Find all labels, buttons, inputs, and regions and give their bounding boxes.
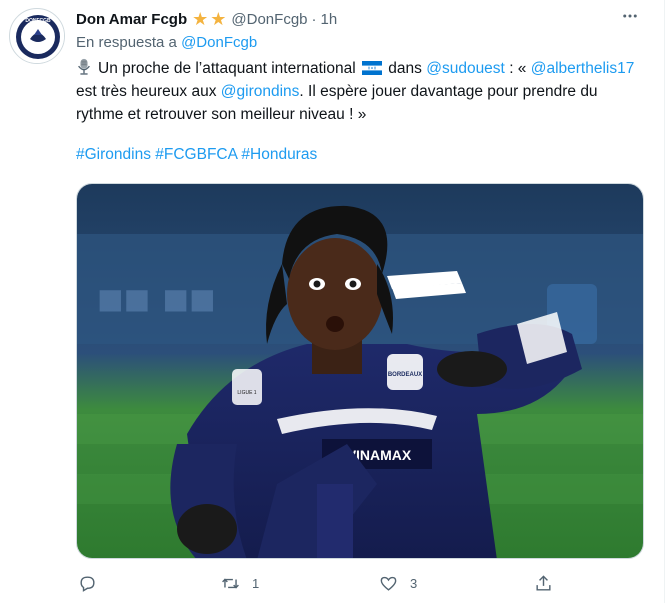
star-icon: ★ — [210, 9, 227, 29]
club-badge-text: BORDEAUX — [388, 372, 422, 378]
like-count: 3 — [410, 576, 418, 591]
svg-text:■■ ■■: ■■ ■■ — [97, 275, 216, 324]
text-part-2: dans — [388, 60, 422, 77]
retweet-icon — [222, 578, 239, 589]
tweet-header: Don Amar Fcgb ★ ★ @DonFcgb · 1h — [76, 8, 650, 30]
user-handle[interactable]: @DonFcgb — [231, 11, 307, 28]
avatar-text: DONFCGB — [25, 18, 51, 24]
reply-icon — [80, 576, 95, 592]
text-part-4: est très heureux aux — [76, 83, 217, 100]
hashtags[interactable]: #Girondins #FCGBFCA #Honduras — [76, 146, 317, 164]
tweet-media-image[interactable]: ■■ ■■ WINAMAX BORDEAUX LIGUE 1 — [76, 183, 644, 559]
separator: · — [311, 10, 317, 28]
share-button[interactable] — [534, 574, 565, 593]
retweet-count: 1 — [252, 576, 260, 591]
tweet[interactable]: DONFCGB Don Amar Fcgb ★ ★ @DonFcgb · 1h … — [0, 0, 665, 603]
text-part-1: Un proche de l’attaquant international — [98, 60, 356, 77]
reply-button[interactable] — [78, 574, 109, 593]
display-name[interactable]: Don Amar Fcgb — [76, 11, 187, 28]
microphone-icon — [78, 58, 90, 75]
retweet-button[interactable]: 1 — [221, 574, 259, 593]
honduras-flag-icon — [361, 61, 382, 75]
mention-albert[interactable]: @alberthelis17 — [531, 60, 635, 77]
reply-prefix: En respuesta a — [76, 34, 177, 51]
share-icon — [536, 575, 551, 591]
like-icon — [380, 576, 397, 591]
star-emojis: ★ ★ — [192, 10, 226, 28]
tweet-actions: 1 3 — [76, 574, 576, 598]
timestamp[interactable]: 1h — [321, 11, 338, 28]
reply-handle-link[interactable]: @DonFcgb — [181, 34, 257, 51]
mention-girondins[interactable]: @girondins — [221, 83, 300, 100]
like-button[interactable]: 3 — [379, 574, 417, 593]
tweet-text: Un proche de l’attaquant international d… — [76, 57, 636, 126]
text-part-3: : « — [509, 60, 527, 77]
reply-context: En respuesta a @DonFcgb — [76, 34, 257, 51]
avatar-logo: DONFCGB — [11, 10, 64, 63]
star-icon: ★ — [192, 9, 209, 29]
player-photo: ■■ ■■ WINAMAX BORDEAUX LIGUE 1 — [77, 184, 643, 558]
mention-sudouest[interactable]: @sudouest — [426, 60, 505, 77]
more-button[interactable] — [618, 4, 642, 28]
avatar[interactable]: DONFCGB — [9, 8, 65, 64]
more-icon — [623, 14, 637, 18]
ligue-patch-text: LIGUE 1 — [237, 390, 256, 396]
